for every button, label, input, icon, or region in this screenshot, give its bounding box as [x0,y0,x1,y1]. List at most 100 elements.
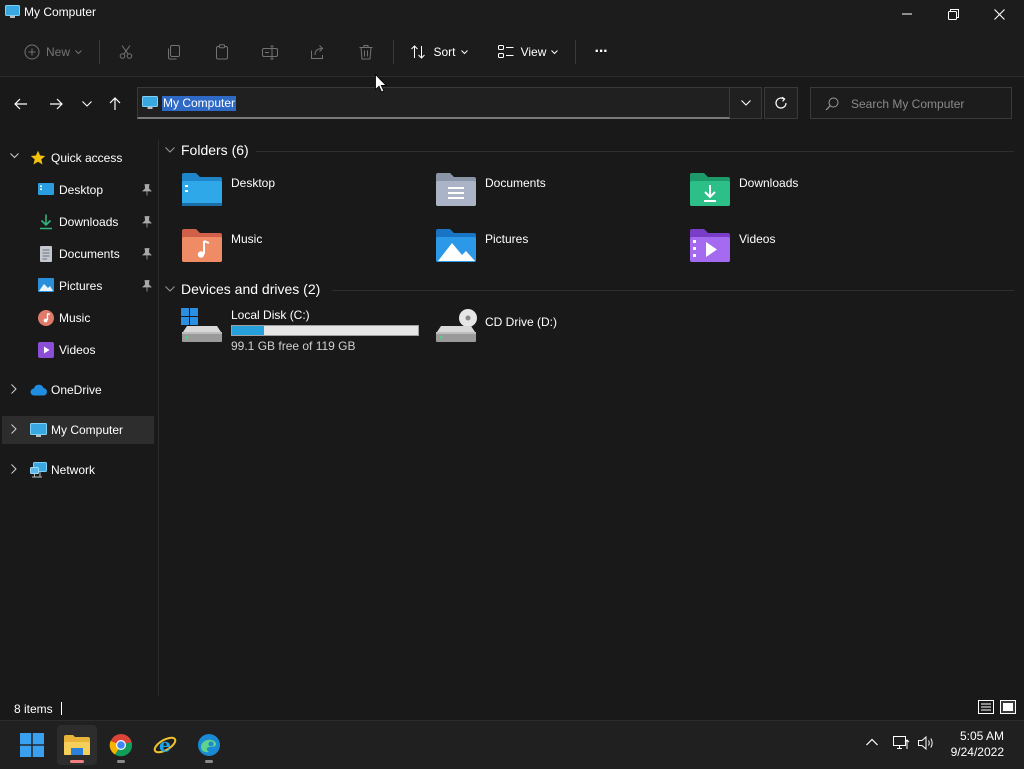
sidebar-item-network[interactable]: Network [2,456,154,484]
group-divider [256,151,1014,152]
network-status-button[interactable] [893,736,910,750]
sidebar-item-pictures[interactable]: Pictures [2,272,154,300]
sidebar-item-music[interactable]: Music [2,304,154,332]
taskbar-file-explorer[interactable] [57,725,97,765]
folder-name: Desktop [231,176,276,190]
separator [575,40,576,64]
sidebar-item-onedrive[interactable]: OneDrive [2,376,154,404]
address-history-button[interactable] [730,87,762,119]
start-button[interactable] [12,725,52,765]
arrow-right-icon [50,98,63,110]
pictures-folder-icon [436,229,476,262]
clock-date[interactable]: 9/24/2022 [936,745,1004,759]
pane-divider[interactable] [158,140,159,696]
taskbar-edge[interactable] [189,725,229,765]
running-indicator [117,760,125,763]
folder-name: Music [231,232,263,246]
chevron-right-icon [11,464,17,474]
search-input[interactable]: Search My Computer [851,97,964,111]
view-button[interactable]: View [492,36,564,68]
navigation-pane: Quick access Desktop Downloads Documents… [0,140,158,696]
share-button[interactable] [302,36,334,68]
sidebar-item-quick-access[interactable]: Quick access [2,144,154,172]
window-title: My Computer [24,5,97,19]
drive-tile-d[interactable]: CD Drive (D:) [435,308,675,354]
downloads-folder-icon [690,173,730,206]
sidebar-item-desktop[interactable]: Desktop [2,176,154,204]
arrow-up-icon [109,97,121,110]
drive-tile-c[interactable]: Local Disk (C:) 99.1 GB free of 119 GB [181,308,421,354]
restore-button[interactable] [930,0,976,28]
recent-locations-button[interactable] [74,90,100,118]
rename-button[interactable] [254,36,286,68]
clock-time[interactable]: 5:05 AM [936,729,1004,743]
volume-button[interactable] [918,736,935,750]
folder-tile-downloads[interactable]: Downloads [689,170,929,216]
chevron-down-icon [82,101,92,107]
folder-tile-music[interactable]: Music [181,226,421,272]
copy-button[interactable] [158,36,190,68]
close-button[interactable] [976,0,1022,28]
back-button[interactable] [8,90,34,118]
address-text[interactable]: My Computer [162,96,237,111]
address-bar[interactable]: My Computer [137,87,730,119]
sidebar-item-videos[interactable]: Videos [2,336,154,364]
minimize-button[interactable] [884,0,930,28]
chevron-down-icon [460,49,468,54]
pin-icon [142,248,152,260]
rename-icon [262,45,278,60]
volume-icon [918,736,933,750]
more-icon: ··· [594,43,609,60]
sidebar-item-downloads[interactable]: Downloads [2,208,154,236]
new-button[interactable]: New [16,36,90,68]
refresh-icon [775,96,787,109]
group-divider [332,290,1014,291]
sidebar-item-label: Desktop [59,183,104,197]
large-icons-view-button[interactable] [1000,700,1016,714]
svg-text:e: e [159,735,171,757]
edge-icon [198,734,220,756]
status-separator [61,702,62,715]
folder-tile-desktop[interactable]: Desktop [181,170,421,216]
drive-name: CD Drive (D:) [485,315,557,329]
sidebar-item-label: Downloads [59,215,119,229]
chevron-down-icon [165,286,175,292]
details-view-button[interactable] [978,700,994,714]
folder-tile-pictures[interactable]: Pictures [435,226,675,272]
sort-label: Sort [433,45,456,59]
folders-group-header[interactable]: Folders (6) [165,142,249,158]
title-bar[interactable] [0,0,1024,28]
taskbar-internet-explorer[interactable]: e [145,725,185,765]
show-hidden-icons-button[interactable] [866,738,878,746]
sidebar-item-my-computer[interactable]: My Computer [2,416,154,444]
paste-button[interactable] [206,36,238,68]
group-title: Folders (6) [181,142,249,158]
folder-tile-videos[interactable]: Videos [689,226,929,272]
separator [393,40,394,64]
start-icon [20,733,44,757]
drive-name: Local Disk (C:) [231,308,310,322]
search-box[interactable]: Search My Computer [810,87,1012,119]
network-status-icon [893,736,910,749]
music-folder-icon [182,229,222,262]
cut-button[interactable] [110,36,142,68]
refresh-button[interactable] [764,87,798,119]
running-indicator [70,760,84,763]
status-item-count: 8 items [14,702,53,716]
downloads-icon [40,214,52,230]
folder-tile-documents[interactable]: Documents [435,170,675,216]
sidebar-item-documents[interactable]: Documents [2,240,154,268]
forward-button[interactable] [43,90,69,118]
taskbar-chrome[interactable] [101,725,141,765]
computer-icon [142,96,158,110]
delete-button[interactable] [350,36,382,68]
sort-button[interactable]: Sort [404,36,474,68]
chevron-down-icon [75,49,82,54]
plus-circle-icon [24,44,40,60]
up-button[interactable] [102,90,128,118]
more-options-button[interactable]: ··· [586,36,616,68]
drives-group-header[interactable]: Devices and drives (2) [165,281,320,297]
folder-name: Documents [485,176,546,190]
chevron-down-icon [165,147,175,153]
folder-name: Videos [739,232,776,246]
